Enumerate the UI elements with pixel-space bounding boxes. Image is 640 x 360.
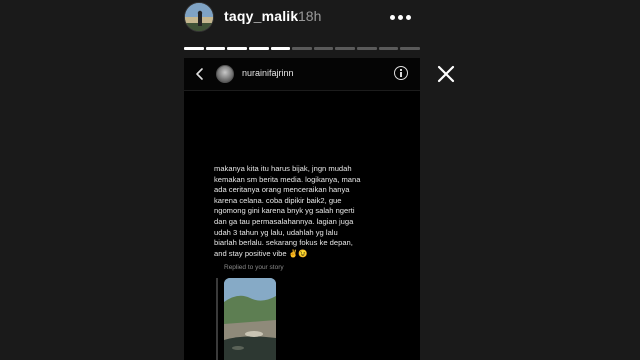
story-timestamp: 18h: [298, 8, 322, 24]
chevron-left-icon[interactable]: [194, 67, 206, 81]
close-icon[interactable]: [436, 64, 456, 84]
story-thumbnail[interactable]: [224, 278, 276, 360]
dot: [398, 15, 403, 20]
dm-contact-name[interactable]: nurainifajrinn: [242, 68, 294, 78]
story-username[interactable]: taqy_malik: [224, 8, 298, 24]
progress-segment: [335, 47, 356, 50]
message-text: makanya kita itu harus bijak, jngn mudah…: [214, 164, 361, 258]
dm-header: nurainifajrinn: [184, 58, 420, 91]
progress-segment: [313, 47, 334, 50]
progress-segment: [227, 47, 247, 50]
replied-to-story-label: Replied to your story: [224, 264, 284, 271]
dot: [390, 15, 395, 20]
progress-segment: [292, 47, 312, 50]
story-progress-bar: [184, 47, 421, 50]
story-content: nurainifajrinn makanya kita itu harus bi…: [184, 58, 420, 360]
reply-divider: [216, 278, 218, 360]
progress-segment: [400, 47, 421, 50]
story-viewer: taqy_malik 18h nurainifajrinn makanya ki…: [0, 0, 640, 360]
avatar[interactable]: [184, 2, 214, 32]
progress-segment: [357, 47, 377, 50]
more-horizontal-icon[interactable]: [390, 14, 412, 22]
info-icon[interactable]: [394, 66, 408, 80]
progress-segment: [248, 47, 269, 50]
progress-segment: [184, 47, 204, 50]
dot: [406, 15, 411, 20]
progress-segment: [205, 47, 226, 50]
dm-avatar[interactable]: [216, 65, 234, 83]
progress-segment: [270, 47, 291, 50]
story-header: taqy_malik 18h: [184, 2, 420, 36]
progress-segment: [378, 47, 399, 50]
avatar-photo: [185, 3, 213, 31]
